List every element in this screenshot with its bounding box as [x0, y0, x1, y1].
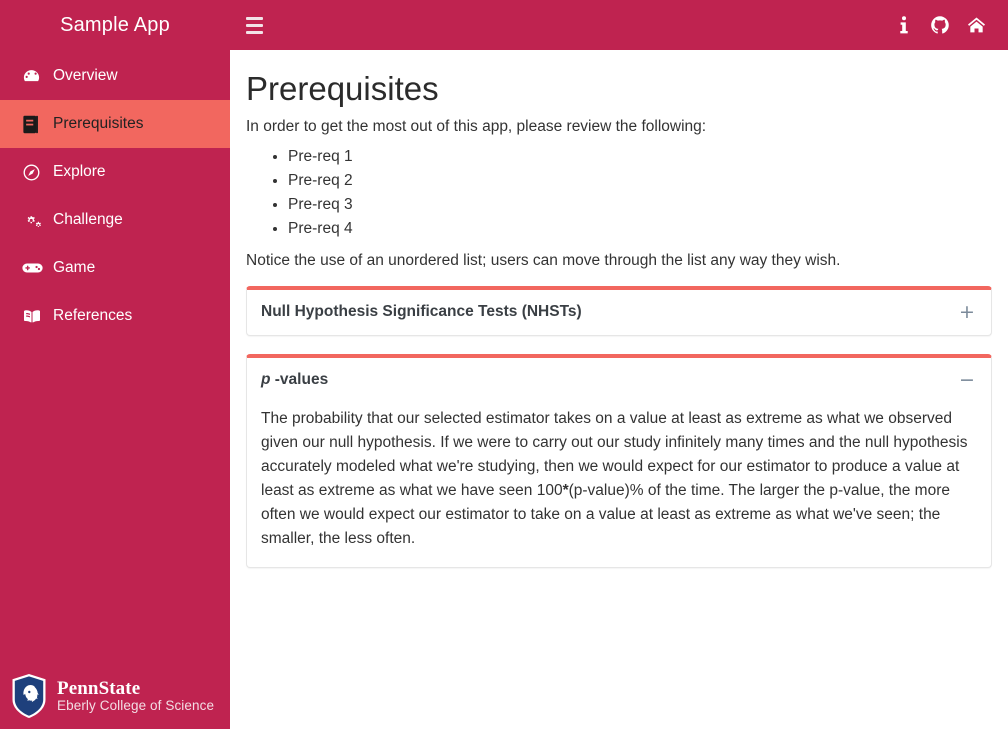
- sidebar-item-label: Challenge: [53, 211, 123, 228]
- sidebar-item-label: Overview: [53, 67, 118, 84]
- accordion-header-pvalues[interactable]: p -values −: [247, 358, 991, 403]
- accordion-title-rest: -values: [270, 371, 329, 389]
- info-icon: [896, 15, 912, 35]
- tachometer-icon: [22, 67, 44, 86]
- hamburger-bar: [246, 16, 263, 20]
- pennstate-name: PennState: [57, 678, 141, 700]
- sidebar-item-references[interactable]: References: [0, 292, 230, 340]
- accordion-title: p -values: [261, 371, 959, 389]
- sidebar-item-overview[interactable]: Overview: [0, 52, 230, 100]
- accordion-panel-pvalues: p -values − The probability that our sel…: [246, 353, 992, 568]
- app-title: Sample App: [60, 13, 170, 36]
- list-item: Pre-req 3: [288, 193, 992, 217]
- plus-icon[interactable]: +: [959, 302, 975, 322]
- hamburger-bar: [246, 23, 263, 27]
- accordion-title: Null Hypothesis Significance Tests (NHST…: [261, 303, 582, 321]
- pennstate-wordmark: PennState Eberly College of Science: [57, 679, 214, 713]
- pennstate-logo: PennState Eberly College of Science: [10, 673, 214, 719]
- sidebar-item-label: Explore: [53, 163, 106, 180]
- sidebar: Sample App Overview Prerequisites Explor…: [0, 0, 230, 729]
- page-content: Prerequisites In order to get the most o…: [230, 50, 1008, 568]
- list-item: Pre-req 2: [288, 169, 992, 193]
- accordion-body-pvalues: The probability that our selected estima…: [247, 403, 991, 567]
- prerequisites-list: Pre-req 1 Pre-req 2 Pre-req 3 Pre-req 4: [246, 145, 992, 241]
- accordion-panel-nhst: Null Hypothesis Significance Tests (NHST…: [246, 285, 992, 336]
- accordion-header-nhst[interactable]: Null Hypothesis Significance Tests (NHST…: [247, 290, 991, 335]
- book-open-icon: [22, 308, 44, 325]
- compass-icon: [22, 163, 44, 182]
- sidebar-item-label: Game: [53, 259, 96, 276]
- cogs-icon: [22, 211, 44, 230]
- list-item: Pre-req 1: [288, 145, 992, 169]
- main-area: Prerequisites In order to get the most o…: [230, 0, 1008, 729]
- home-button[interactable]: [958, 7, 994, 43]
- sidebar-item-challenge[interactable]: Challenge: [0, 196, 230, 244]
- sidebar-item-label: References: [53, 307, 133, 324]
- sidebar-item-prerequisites[interactable]: Prerequisites: [0, 100, 230, 148]
- info-button[interactable]: [886, 7, 922, 43]
- lead-paragraph: In order to get the most out of this app…: [246, 118, 707, 136]
- top-navbar: [230, 0, 1008, 50]
- hamburger-bar: [246, 30, 263, 34]
- home-icon: [966, 15, 987, 35]
- page-title: Prerequisites: [246, 70, 439, 107]
- gamepad-icon: [22, 261, 44, 275]
- list-note: Notice the use of an unordered list; use…: [246, 251, 841, 269]
- sidebar-item-label: Prerequisites: [53, 115, 144, 132]
- github-icon: [930, 15, 950, 35]
- pennstate-subtitle: Eberly College of Science: [57, 697, 215, 713]
- sidebar-item-game[interactable]: Game: [0, 244, 230, 292]
- sidebar-nav: Overview Prerequisites Explore Challenge…: [0, 52, 230, 340]
- app-brand: Sample App: [0, 0, 230, 50]
- minus-icon[interactable]: −: [959, 370, 975, 390]
- sidebar-item-explore[interactable]: Explore: [0, 148, 230, 196]
- hamburger-icon[interactable]: [244, 13, 265, 38]
- app-root: Sample App Overview Prerequisites Explor…: [0, 0, 1008, 729]
- github-button[interactable]: [922, 7, 958, 43]
- list-item: Pre-req 4: [288, 217, 992, 241]
- book-icon: [22, 115, 44, 134]
- pennstate-shield-icon: [10, 673, 48, 719]
